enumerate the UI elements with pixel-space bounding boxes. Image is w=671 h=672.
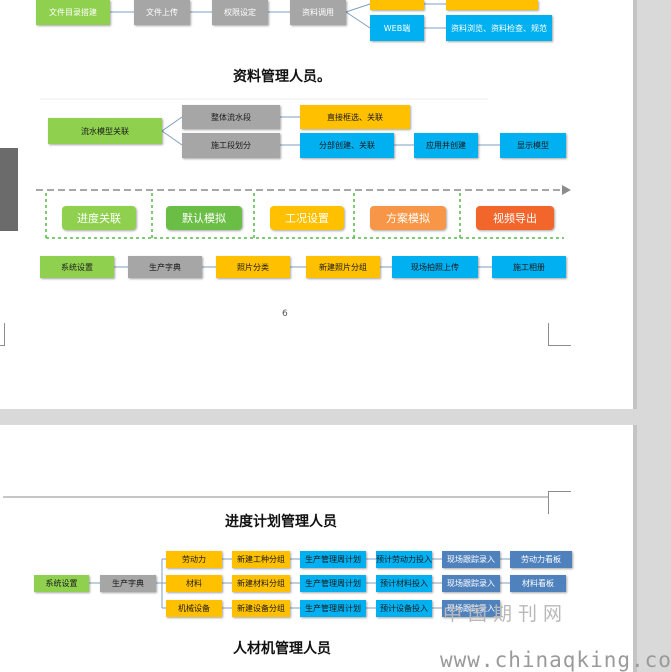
flow-node: 文件目录搭建 [36, 0, 110, 25]
caption-data-manager: 资料管理人员。 [233, 69, 331, 85]
flow-node: 整体流水段 [182, 105, 280, 129]
crop-mark [0, 323, 5, 346]
flow-node: 现场拍照上传 [392, 256, 478, 278]
watermark-url: www.chinaqking.com [440, 648, 671, 672]
flow-node: 显示模型 [500, 133, 566, 158]
flow-node: 现场跟踪录入 [442, 575, 500, 592]
page-number: 6 [282, 309, 288, 319]
flow-node: 生产管理周计划 [300, 551, 366, 568]
flow-node: 资料浏览、资料检查、规范 [446, 15, 552, 41]
flow-node: 直接框选、关联 [300, 105, 410, 129]
crop-mark [548, 323, 571, 346]
progress-step: 默认模拟 [166, 206, 242, 230]
flow-node: 文件上传 [134, 0, 190, 25]
flow-node: 预计设备投入 [376, 600, 432, 617]
flow-node: 材料看板 [510, 575, 566, 592]
flow-node: WEB端 [370, 15, 424, 41]
flow-node: 新建工种分组 [232, 551, 290, 568]
flow-node: 预计材料投入 [376, 575, 432, 592]
flow-node: 现场跟踪录入 [442, 551, 500, 568]
crop-mark [548, 491, 571, 514]
progress-step: 方案模拟 [370, 206, 446, 230]
flow-node: 资料调用 [290, 0, 346, 25]
flow-node [370, 0, 424, 10]
flow-node [446, 0, 538, 10]
flow-node: 照片分类 [216, 256, 290, 278]
flow-node: 新建照片分组 [306, 256, 380, 278]
caption-resource-manager: 人材机管理人员 [233, 641, 331, 657]
flow-node: 系统设置 [40, 256, 114, 278]
flow-node: 新建材料分组 [232, 575, 290, 592]
progress-step: 工况设置 [270, 206, 344, 230]
flow-node: 生产管理周计划 [300, 575, 366, 592]
progress-step: 视频导出 [476, 206, 554, 230]
flow-node: 系统设置 [34, 575, 89, 592]
flow-node: 生产管理周计划 [300, 600, 366, 617]
caption-schedule-manager: 进度计划管理人员 [225, 514, 337, 530]
flow-node: 新建设备分组 [232, 600, 290, 617]
flow-node: 权限设定 [212, 0, 268, 25]
flow-node: 生产字典 [128, 256, 202, 278]
flow-node: 生产字典 [100, 575, 156, 592]
progress-step: 进度关联 [62, 206, 136, 230]
flow-node: 分部创建、关联 [300, 133, 394, 158]
watermark-cn: 中国期刊网 [443, 603, 569, 625]
flow-node: 施工段划分 [182, 133, 280, 158]
flow-node: 劳动力 [166, 551, 222, 568]
flow-node: 流水模型关联 [48, 118, 162, 144]
flow-node: 预计劳动力投入 [376, 551, 432, 568]
flow-node: 材料 [166, 575, 222, 592]
flow-node: 机械设备 [166, 600, 222, 617]
flow-node: 应用并创建 [414, 133, 478, 158]
flow-node: 施工相册 [492, 256, 566, 278]
flow-node: 劳动力看板 [510, 551, 572, 568]
